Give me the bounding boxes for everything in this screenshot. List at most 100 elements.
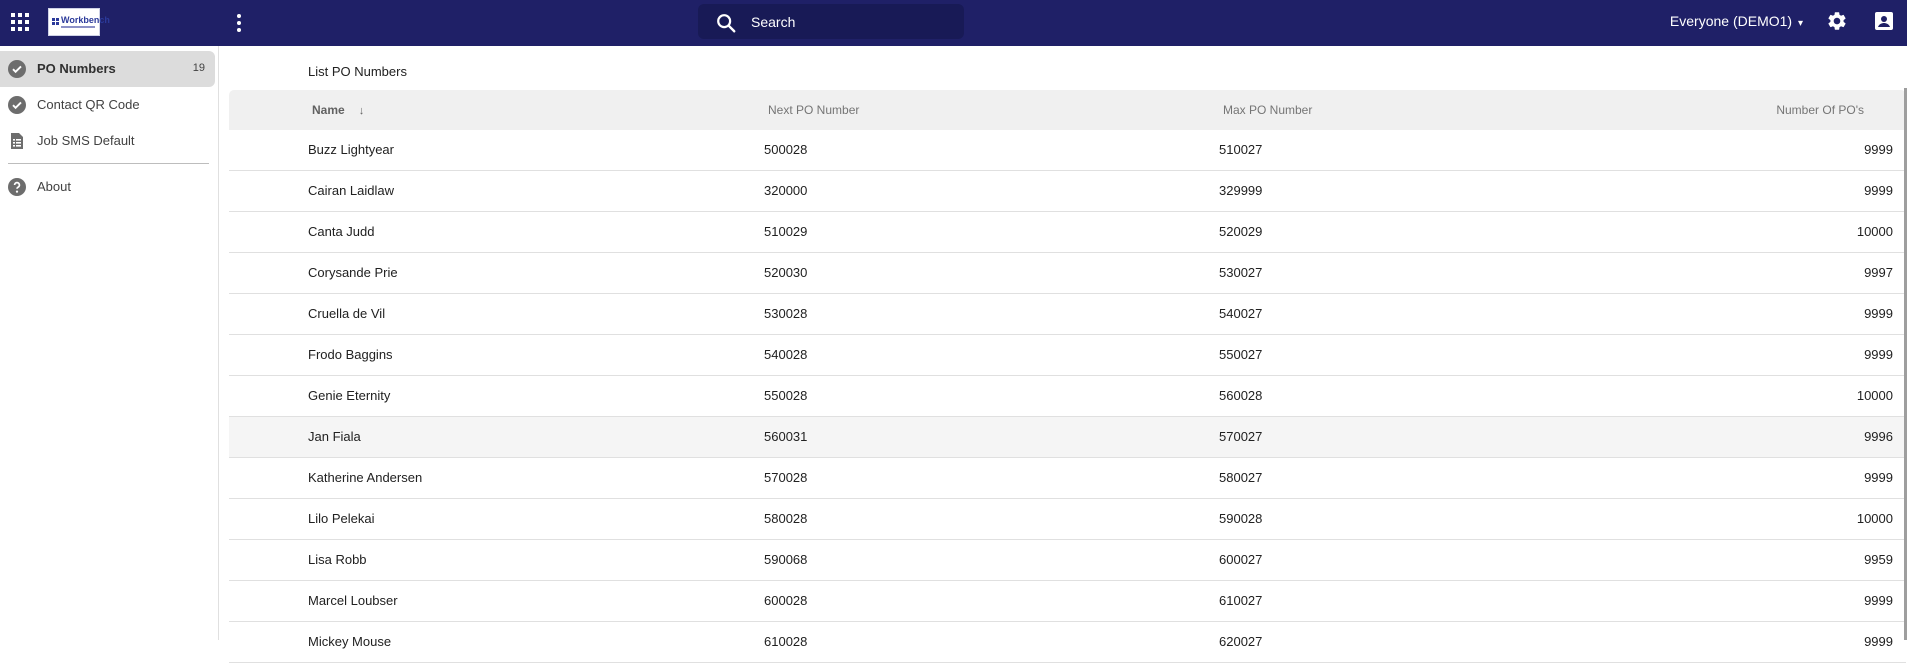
cell-name: Frodo Baggins	[308, 347, 393, 362]
table-row[interactable]: Corysande Prie 520030 530027 9997	[229, 253, 1906, 294]
workspace-label: Everyone (DEMO1)	[1669, 13, 1793, 29]
cell-count: 9999	[1864, 634, 1893, 649]
cell-name: Mickey Mouse	[308, 634, 392, 649]
search-icon	[717, 14, 736, 33]
column-header-number-of-pos[interactable]: Number Of PO's	[1776, 103, 1864, 117]
search-placeholder: Search	[751, 14, 796, 30]
sidebar-item-about[interactable]: About	[0, 169, 215, 205]
workspace-caret-icon: ▾	[1797, 18, 1803, 29]
table-row[interactable]: Mickey Mouse 610028 620027 9999	[229, 622, 1906, 663]
cell-next: 550028	[764, 388, 808, 403]
more-vert-icon[interactable]	[234, 12, 244, 34]
logo-tagline	[61, 26, 95, 28]
cell-max: 329999	[1219, 183, 1263, 198]
logo-text: Workbench	[61, 15, 110, 25]
sidebar-item-po-numbers[interactable]: PO Numbers 19	[0, 51, 215, 87]
cell-max: 530027	[1219, 265, 1263, 280]
column-header-max-po[interactable]: Max PO Number	[1223, 103, 1312, 117]
cell-next: 570028	[764, 470, 808, 485]
cell-max: 550027	[1219, 347, 1263, 362]
workbench-logo[interactable]: Workbench	[48, 8, 110, 36]
help-circle-icon	[8, 178, 26, 196]
table-header: Name ↓ Next PO Number Max PO Number Numbe…	[229, 90, 1906, 130]
cell-max: 580027	[1219, 470, 1263, 485]
column-header-name[interactable]: Name ↓	[312, 103, 364, 117]
cell-max: 620027	[1219, 634, 1263, 649]
cell-name: Buzz Lightyear	[308, 142, 394, 157]
cell-count: 9999	[1864, 470, 1893, 485]
sort-arrow-icon[interactable]: ↓	[359, 105, 365, 117]
table-row[interactable]: Marcel Loubser 600028 610027 9999	[229, 581, 1906, 622]
account-box-icon[interactable]	[1874, 11, 1894, 31]
sidebar-item-label: About	[37, 179, 71, 194]
cell-name: Katherine Andersen	[308, 470, 423, 485]
cell-name: Lisa Robb	[308, 552, 367, 567]
check-circle-icon	[8, 96, 26, 114]
table-row[interactable]: Lisa Robb 590068 600027 9959	[229, 540, 1906, 581]
table-row[interactable]: Katherine Andersen 570028 580027 9999	[229, 458, 1906, 499]
cell-count: 9999	[1864, 142, 1893, 157]
po-numbers-table: Name ↓ Next PO Number Max PO Number Numbe…	[229, 90, 1906, 663]
cell-next: 320000	[764, 183, 808, 198]
table-row[interactable]: Lilo Pelekai 580028 590028 10000	[229, 499, 1906, 540]
cell-next: 610028	[764, 634, 808, 649]
cell-max: 540027	[1219, 306, 1263, 321]
cell-name: Cruella de Vil	[308, 306, 386, 321]
cell-name: Genie Eternity	[308, 388, 391, 403]
sidebar-item-label: PO Numbers	[37, 61, 116, 76]
cell-next: 580028	[764, 511, 808, 526]
logo-grid-icon	[52, 18, 59, 25]
search-box[interactable]: Search	[698, 4, 964, 39]
cell-name: Canta Judd	[308, 224, 375, 239]
table-row[interactable]: Genie Eternity 550028 560028 10000	[229, 376, 1906, 417]
cell-next: 520030	[764, 265, 808, 280]
po-count-badge: 19	[192, 62, 205, 74]
table-row[interactable]: Buzz Lightyear 500028 510027 9999	[229, 130, 1906, 171]
cell-next: 510029	[764, 224, 808, 239]
table-row[interactable]: Cairan Laidlaw 320000 329999 9999	[229, 171, 1906, 212]
cell-count: 9999	[1864, 347, 1893, 362]
cell-max: 560028	[1219, 388, 1263, 403]
column-header-next-po[interactable]: Next PO Number	[768, 103, 859, 117]
table-row[interactable]: Jan Fiala 560031 570027 9996	[229, 417, 1906, 458]
sidebar-item-job-sms-default[interactable]: Job SMS Default	[0, 123, 215, 159]
cell-count: 9959	[1864, 552, 1893, 567]
cell-next: 560031	[764, 429, 808, 444]
cell-count: 9997	[1864, 265, 1893, 280]
cell-max: 570027	[1219, 429, 1263, 444]
cell-next: 500028	[764, 142, 808, 157]
page-title: List PO Numbers	[308, 64, 407, 79]
cell-count: 10000	[1856, 511, 1893, 526]
cell-name: Corysande Prie	[308, 265, 398, 280]
sidebar: PO Numbers 19 Contact QR Code Job SMS De…	[0, 46, 219, 640]
cell-count: 9999	[1864, 306, 1893, 321]
document-list-icon	[11, 133, 23, 149]
table-row[interactable]: Cruella de Vil 530028 540027 9999	[229, 294, 1906, 335]
main-content: List PO Numbers Name ↓ Next PO Number Max…	[220, 46, 1907, 663]
gear-icon[interactable]	[1826, 10, 1848, 32]
sidebar-divider	[8, 163, 209, 164]
cell-max: 590028	[1219, 511, 1263, 526]
cell-next: 530028	[764, 306, 808, 321]
cell-name: Lilo Pelekai	[308, 511, 375, 526]
cell-max: 520029	[1219, 224, 1263, 239]
cell-next: 590068	[764, 552, 808, 567]
cell-name: Cairan Laidlaw	[308, 183, 394, 198]
cell-count: 10000	[1856, 388, 1893, 403]
cell-next: 600028	[764, 593, 808, 608]
cell-count: 9996	[1864, 429, 1893, 444]
sidebar-item-label: Contact QR Code	[37, 97, 140, 112]
sidebar-item-label: Job SMS Default	[37, 133, 135, 148]
apps-grid-icon[interactable]	[11, 13, 29, 31]
top-app-bar: Workbench Search Everyone (DEMO1) ▾	[0, 0, 1907, 46]
cell-count: 9999	[1864, 183, 1893, 198]
cell-count: 9999	[1864, 593, 1893, 608]
table-row[interactable]: Frodo Baggins 540028 550027 9999	[229, 335, 1906, 376]
workspace-selector[interactable]: Everyone (DEMO1) ▾	[1670, 13, 1803, 29]
cell-next: 540028	[764, 347, 808, 362]
cell-max: 610027	[1219, 593, 1263, 608]
table-row[interactable]: Canta Judd 510029 520029 10000	[229, 212, 1906, 253]
check-circle-icon	[8, 60, 26, 78]
sidebar-item-contact-qr-code[interactable]: Contact QR Code	[0, 87, 215, 123]
table-body: Buzz Lightyear 500028 510027 9999 Cairan Lai…	[229, 130, 1906, 663]
